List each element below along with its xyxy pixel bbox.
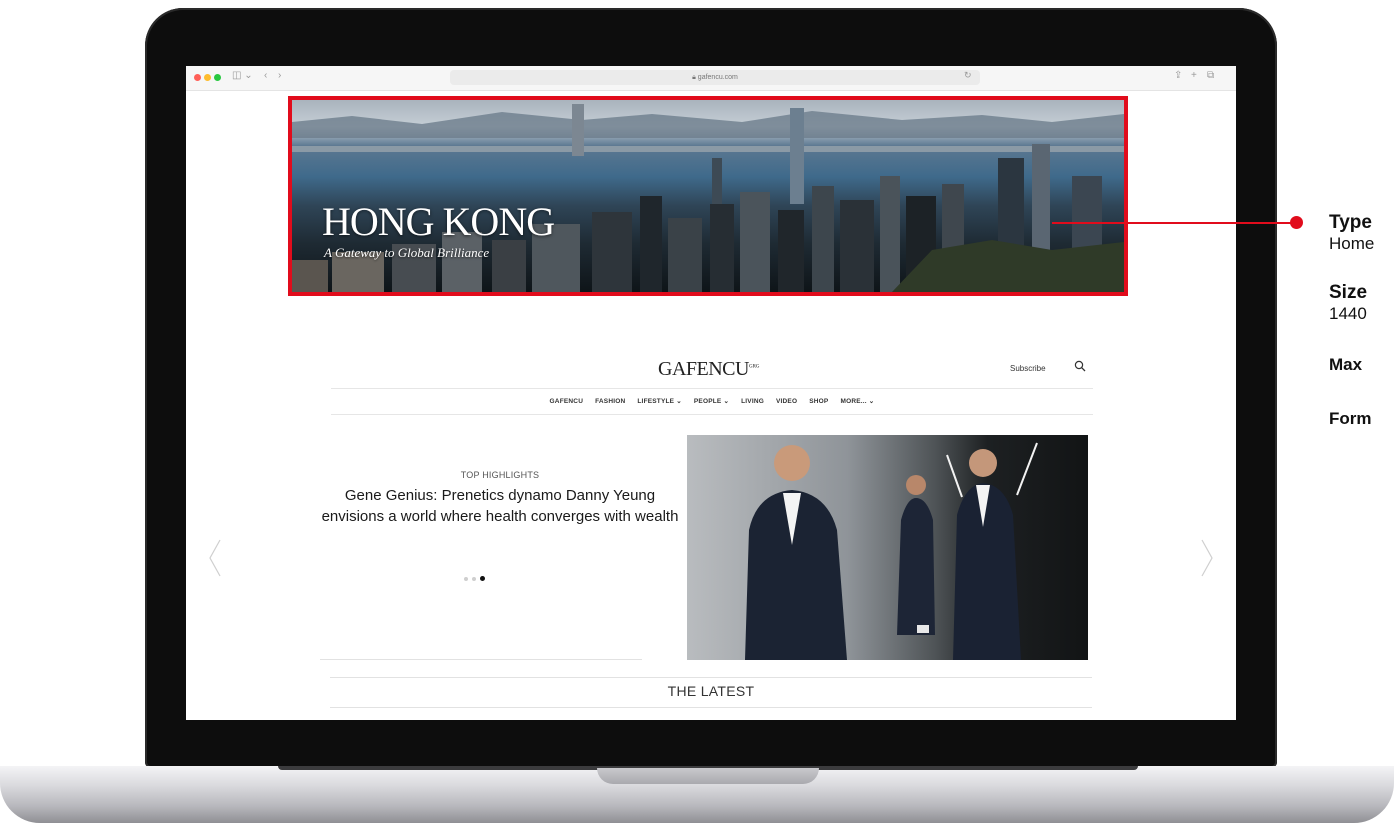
hero-photo-graphic — [745, 442, 1038, 660]
sidebar-icon[interactable]: ◫ ⌄ — [232, 70, 253, 81]
spec-max-label: Max — [1329, 355, 1363, 374]
carousel-next-icon[interactable] — [1200, 538, 1214, 578]
close-window-button[interactable] — [194, 74, 201, 81]
new-tab-icon[interactable]: + — [1191, 70, 1197, 81]
nav-item-video[interactable]: VIDEO — [776, 398, 797, 405]
forward-icon[interactable]: › — [278, 70, 281, 81]
nav-item-living[interactable]: LIVING — [741, 398, 764, 405]
highlight-label: TOP HIGHLIGHTS — [460, 470, 540, 480]
banner-subtitle: A Gateway to Global Brilliance — [324, 245, 490, 260]
lock-icon: 🔒︎ — [692, 74, 696, 81]
latest-divider-bottom — [330, 707, 1092, 708]
highlight-title[interactable]: Gene Genius: Prenetics dynamo Danny Yeun… — [320, 485, 680, 527]
nav-item-lifestyle[interactable]: LIFESTYLE ⌄ — [637, 397, 681, 405]
hero-image[interactable] — [687, 435, 1088, 660]
nav-divider-top — [331, 388, 1093, 389]
logo-text: GAFENCU — [658, 358, 749, 380]
site-logo[interactable]: GAFENCUGRG — [658, 358, 760, 381]
laptop-notch — [597, 768, 819, 784]
reload-icon[interactable]: ↻ — [964, 70, 972, 81]
carousel-pager — [464, 570, 504, 582]
logo-superscript: GRG — [748, 364, 760, 370]
spec-size-label: Size — [1329, 282, 1368, 303]
laptop-screen: ◫ ⌄ ‹ › 🔒︎ gafencu.com ↻ ⇪ + ⧉ HONG KONG… — [186, 66, 1236, 720]
nav-divider-bottom — [331, 414, 1093, 415]
subscribe-link[interactable]: Subscribe — [1010, 364, 1046, 373]
callout-line — [1052, 222, 1296, 224]
maximize-window-button[interactable] — [214, 74, 221, 81]
tabs-overview-icon[interactable]: ⧉ — [1207, 70, 1214, 81]
search-icon[interactable] — [1074, 360, 1086, 372]
share-icon[interactable]: ⇪ — [1174, 70, 1182, 81]
nav-item-gafencu[interactable]: GAFENCU — [550, 398, 584, 405]
address-bar[interactable]: 🔒︎ gafencu.com — [450, 70, 980, 85]
nav-item-fashion[interactable]: FASHION — [595, 398, 625, 405]
banner-title: HONG KONG — [322, 199, 555, 244]
spec-type-value: Home — [1329, 234, 1375, 253]
main-nav: GAFENCU FASHION LIFESTYLE ⌄ PEOPLE ⌄ LIV… — [331, 390, 1093, 412]
carousel-prev-icon[interactable] — [208, 538, 222, 578]
pager-dot-active[interactable] — [480, 576, 485, 582]
nav-item-shop[interactable]: SHOP — [809, 398, 828, 405]
latest-heading: THE LATEST — [667, 683, 755, 699]
back-icon[interactable]: ‹ — [264, 70, 267, 81]
latest-divider-top — [330, 677, 1092, 678]
skyline-graphic — [292, 104, 1124, 292]
banner-ad[interactable]: HONG KONG A Gateway to Global Brilliance — [288, 96, 1128, 296]
minimize-window-button[interactable] — [204, 74, 211, 81]
pager-dot[interactable] — [472, 576, 476, 581]
hero-divider — [320, 659, 642, 660]
browser-toolbar: ◫ ⌄ ‹ › 🔒︎ gafencu.com ↻ ⇪ + ⧉ — [186, 66, 1236, 91]
pager-dot[interactable] — [464, 576, 468, 581]
url-text: gafencu.com — [697, 74, 738, 81]
callout-dot — [1290, 216, 1303, 229]
spec-type-label: Type — [1329, 212, 1372, 233]
spec-format-label: Form — [1329, 409, 1372, 428]
spec-size-value: 1440 — [1329, 304, 1367, 323]
nav-item-people[interactable]: PEOPLE ⌄ — [694, 397, 729, 405]
nav-item-more[interactable]: MORE... ⌄ — [840, 397, 874, 405]
